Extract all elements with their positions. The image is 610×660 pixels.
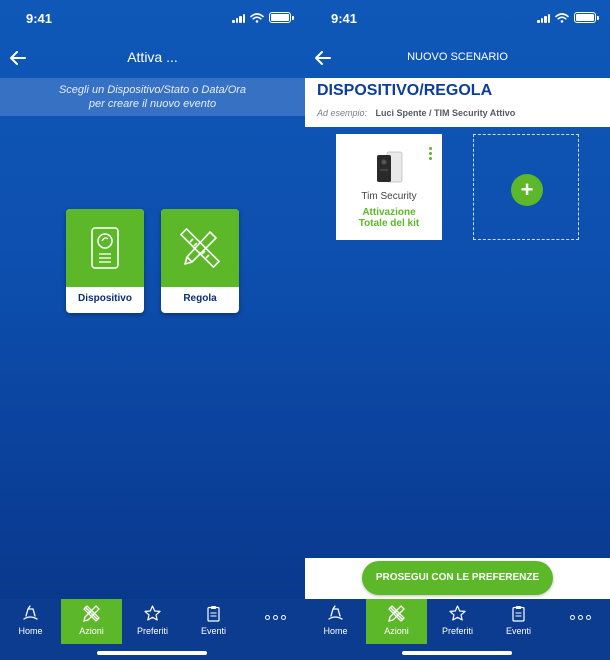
regola-card[interactable]: Regola <box>161 209 239 313</box>
tab-preferiti-label: Preferiti <box>441 626 473 636</box>
tab-azioni[interactable]: Azioni <box>61 599 122 644</box>
home-indicator[interactable] <box>402 651 512 655</box>
screen-attiva: 9:41 Attiva ... Scegli un Dispositivo/St… <box>0 0 305 660</box>
example-value: Luci Spente / TIM Security Attivo <box>375 108 516 118</box>
screen-nuovo-scenario: 9:41 NUOVO SCENARIO DISPOSITIVO/REGOLA A… <box>305 0 610 660</box>
status-time: 9:41 <box>331 11 358 26</box>
tab-home[interactable]: Home <box>305 599 366 644</box>
more-dots-icon[interactable] <box>265 615 286 620</box>
star-icon <box>144 605 161 621</box>
tab-eventi[interactable]: Eventi <box>488 599 549 644</box>
page-title: NUOVO SCENARIO <box>407 51 508 63</box>
home-icon <box>23 605 38 620</box>
instruction-line-1: Scegli un Dispositivo/Stato o Data/Ora <box>58 84 247 96</box>
device-state: Attivazione Totale del kit <box>336 207 442 229</box>
tab-azioni[interactable]: Azioni <box>366 599 427 644</box>
cellular-signal-icon <box>537 13 550 23</box>
home-indicator[interactable] <box>97 651 207 655</box>
status-bar: 9:41 <box>0 0 305 36</box>
add-device-slot[interactable]: + <box>473 134 579 240</box>
header: Attiva ... <box>0 42 305 74</box>
security-device-image <box>377 151 403 183</box>
tools-icon <box>388 605 405 622</box>
header: NUOVO SCENARIO <box>305 42 610 74</box>
tab-preferiti-label: Preferiti <box>136 626 168 636</box>
page-title: Attiva ... <box>127 49 178 65</box>
tab-azioni-label: Azioni <box>79 626 104 636</box>
tab-preferiti[interactable]: Preferiti <box>427 599 488 644</box>
dispositivo-card[interactable]: Dispositivo <box>66 209 144 313</box>
status-time: 9:41 <box>26 11 53 26</box>
tab-preferiti[interactable]: Preferiti <box>122 599 183 644</box>
more-dots-icon[interactable] <box>570 615 591 620</box>
tab-eventi-label: Eventi <box>200 626 226 636</box>
plus-icon[interactable]: + <box>511 174 543 206</box>
tab-azioni-label: Azioni <box>384 626 409 636</box>
instruction-banner: Scegli un Dispositivo/Stato o Data/Ora p… <box>0 78 305 116</box>
continue-button[interactable]: PROSEGUI CON LE PREFERENZE <box>362 561 553 595</box>
device-state-line-2: Totale del kit <box>358 218 420 229</box>
wifi-icon <box>250 12 264 23</box>
tab-eventi[interactable]: Eventi <box>183 599 244 644</box>
section-example: Ad esempio: Luci Spente / TIM Security A… <box>317 108 515 118</box>
star-icon <box>449 605 466 621</box>
battery-icon <box>574 12 599 23</box>
rule-tools-icon <box>180 228 220 268</box>
tab-home[interactable]: Home <box>0 599 61 644</box>
status-icons <box>232 12 294 23</box>
tab-home-label: Home <box>18 626 43 636</box>
section-header: DISPOSITIVO/REGOLA Ad esempio: Luci Spen… <box>305 78 610 127</box>
battery-icon <box>269 12 294 23</box>
device-icon <box>91 227 119 269</box>
dispositivo-label: Dispositivo <box>78 293 132 304</box>
device-state-line-1: Attivazione <box>362 207 416 218</box>
status-icons <box>537 12 599 23</box>
wifi-icon <box>555 12 569 23</box>
status-bar: 9:41 <box>305 0 610 36</box>
tab-eventi-label: Eventi <box>505 626 531 636</box>
cellular-signal-icon <box>232 13 245 23</box>
tab-bar: Home Azioni Preferiti Eventi <box>305 599 610 660</box>
section-title: DISPOSITIVO/REGOLA <box>317 82 493 99</box>
kebab-menu-icon[interactable] <box>429 147 432 160</box>
example-label: Ad esempio: <box>317 108 368 118</box>
footer-band: PROSEGUI CON LE PREFERENZE <box>305 558 610 599</box>
instruction-line-2: per creare il nuovo evento <box>88 98 217 110</box>
tools-icon <box>83 605 100 622</box>
device-card[interactable]: Tim Security Attivazione Totale del kit <box>336 134 442 240</box>
tab-home-label: Home <box>323 626 348 636</box>
regola-label: Regola <box>183 293 217 304</box>
clipboard-icon <box>512 606 525 622</box>
clipboard-icon <box>207 606 220 622</box>
home-icon <box>328 605 343 620</box>
device-name: Tim Security <box>361 191 417 202</box>
tab-bar: Home Azioni Preferiti Eventi <box>0 599 305 660</box>
